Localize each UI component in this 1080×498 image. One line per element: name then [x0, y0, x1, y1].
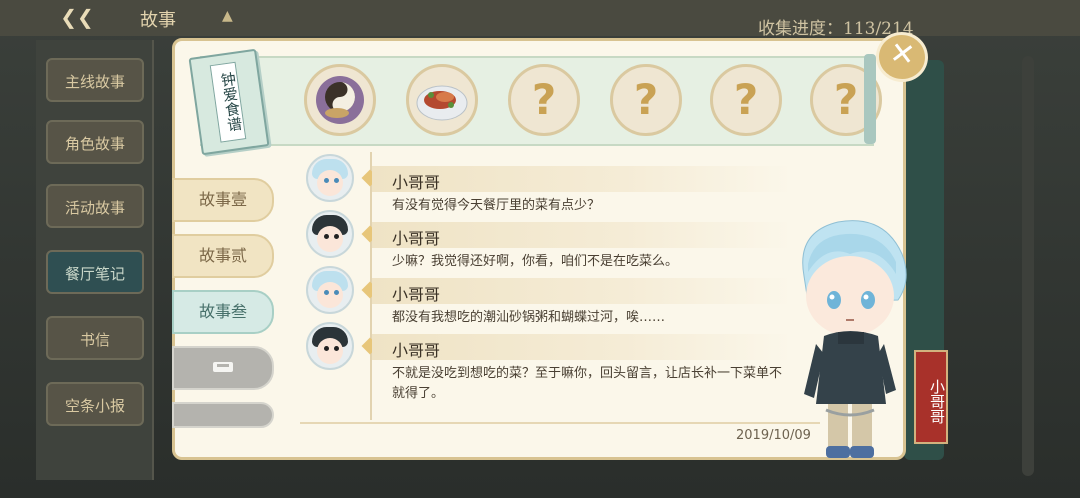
unknown-dish-icon[interactable]: ?	[508, 64, 580, 136]
avatar	[306, 210, 354, 258]
close-icon: ✕	[887, 35, 918, 74]
category-tab-character[interactable]: 角色故事	[46, 120, 144, 164]
category-tab-restaurant-notes[interactable]: 餐厅笔记	[46, 250, 144, 294]
background-scrollbar	[1022, 56, 1034, 476]
avatar	[306, 266, 354, 314]
story-tab-1[interactable]: 故事壹	[172, 178, 274, 222]
category-tab-letters[interactable]: 书信	[46, 316, 144, 360]
avatar	[306, 322, 354, 370]
story-tab-3[interactable]: 故事叁	[172, 290, 274, 334]
recipe-book-label: 钟爱食谱	[209, 61, 247, 143]
story-tab-locked[interactable]	[172, 402, 274, 428]
story-tab-locked[interactable]	[172, 346, 274, 390]
character-illustration	[802, 220, 907, 458]
message-text: 都没有我想吃的潮汕砂锅粥和蝴蝶过河，唉……	[392, 310, 666, 325]
message-text: 有没有觉得今天餐厅里的菜有点少？	[392, 198, 601, 213]
roast-meat-dish-icon[interactable]	[406, 64, 478, 136]
message-text: 少嘛？我觉得还好啊，你看，咱们不是在吃菜么。	[392, 254, 679, 269]
tea-eggs-dish-icon[interactable]	[304, 64, 376, 136]
story-tab-2[interactable]: 故事贰	[172, 234, 274, 278]
speaker-name: 小哥哥	[392, 285, 441, 304]
recipe-book-icon: 钟爱食谱	[188, 48, 270, 156]
unknown-dish-icon[interactable]: ?	[610, 64, 682, 136]
speaker-name: 小哥哥	[392, 173, 441, 192]
character-nameplate: 小哥哥	[914, 350, 948, 444]
category-tab-main[interactable]: 主线故事	[46, 58, 144, 102]
lock-icon	[213, 362, 233, 372]
speaker-name: 小哥哥	[392, 341, 441, 360]
banner-scroll-end	[864, 54, 876, 144]
divider	[300, 422, 820, 424]
page-title: 故事	[140, 10, 176, 31]
category-tab-newspaper[interactable]: 空条小报	[46, 382, 144, 426]
speaker-name: 小哥哥	[392, 229, 441, 248]
back-arrow-icon[interactable]: ❮❮	[50, 4, 104, 30]
message-text: 不就是没吃到想吃的菜？至于嘛你，回头留言，让店长补一下菜单不就得了。	[392, 366, 783, 401]
unknown-dish-icon[interactable]: ?	[710, 64, 782, 136]
category-tab-event[interactable]: 活动故事	[46, 184, 144, 228]
crown-icon: ▲	[222, 8, 233, 24]
avatar	[306, 154, 354, 202]
